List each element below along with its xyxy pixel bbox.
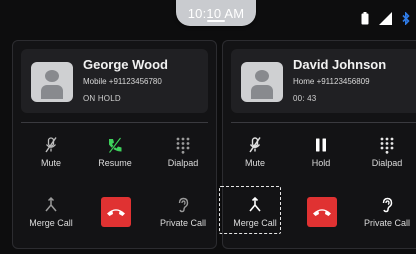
call-status: ON HOLD (83, 94, 121, 103)
contact-card[interactable]: David Johnson Home +91123456809 00: 43 (231, 49, 416, 113)
hold-label: Hold (311, 158, 331, 168)
microphone-off-icon (246, 133, 264, 157)
battery-icon (361, 12, 369, 25)
clock-time: 10:10 AM (187, 6, 245, 21)
contact-name: David Johnson (293, 57, 387, 72)
phone-resume-icon (106, 133, 124, 157)
phone-hangup-icon (313, 209, 331, 216)
divider (231, 122, 416, 123)
private-call-label: Private Call (159, 218, 206, 228)
mute-button[interactable]: Mute (225, 133, 285, 168)
ear-icon (378, 193, 396, 217)
signal-icon (379, 12, 392, 25)
call-panel-active: David Johnson Home +91123456809 00: 43 M… (219, 40, 416, 249)
call-panel-on-hold: George Wood Mobile +91123456780 ON HOLD … (12, 40, 217, 249)
private-call-button[interactable]: Private Call (357, 193, 416, 228)
clock-tab[interactable]: 10:10 AM (176, 0, 256, 26)
dialpad-button[interactable]: Dialpad (153, 133, 213, 168)
dialpad-button[interactable]: Dialpad (357, 133, 416, 168)
focus-indicator (219, 186, 281, 234)
mute-label: Mute (40, 158, 61, 168)
hold-button[interactable]: Hold (291, 133, 351, 168)
bluetooth-icon (402, 12, 410, 25)
microphone-off-icon (42, 133, 60, 157)
call-duration: 00: 43 (293, 94, 317, 103)
resume-label: Resume (98, 158, 132, 168)
contact-name: George Wood (83, 57, 168, 72)
phone-hangup-icon (107, 209, 125, 216)
merge-call-label: Merge Call (29, 218, 73, 228)
private-call-button[interactable]: Private Call (153, 193, 213, 228)
contact-number: Mobile +91123456780 (83, 77, 162, 86)
mute-label: Mute (244, 158, 265, 168)
end-call-button[interactable] (307, 197, 337, 227)
merge-icon (42, 193, 60, 217)
status-icons (361, 12, 410, 25)
private-call-label: Private Call (363, 218, 410, 228)
divider (21, 122, 208, 123)
resume-button[interactable]: Resume (85, 133, 145, 168)
dialpad-label: Dialpad (167, 158, 199, 168)
dialpad-icon (379, 133, 395, 157)
mute-button[interactable]: Mute (21, 133, 81, 168)
pause-icon (314, 133, 328, 157)
ear-icon (174, 193, 192, 217)
pull-handle (207, 20, 225, 22)
avatar (241, 62, 283, 102)
avatar (31, 62, 73, 102)
merge-call-button[interactable]: Merge Call (219, 186, 285, 234)
contact-card[interactable]: George Wood Mobile +91123456780 ON HOLD (21, 49, 208, 113)
contact-number: Home +91123456809 (293, 77, 370, 86)
merge-call-button[interactable]: Merge Call (21, 193, 81, 228)
dialpad-icon (175, 133, 191, 157)
end-call-button[interactable] (101, 197, 131, 227)
dialpad-label: Dialpad (371, 158, 403, 168)
